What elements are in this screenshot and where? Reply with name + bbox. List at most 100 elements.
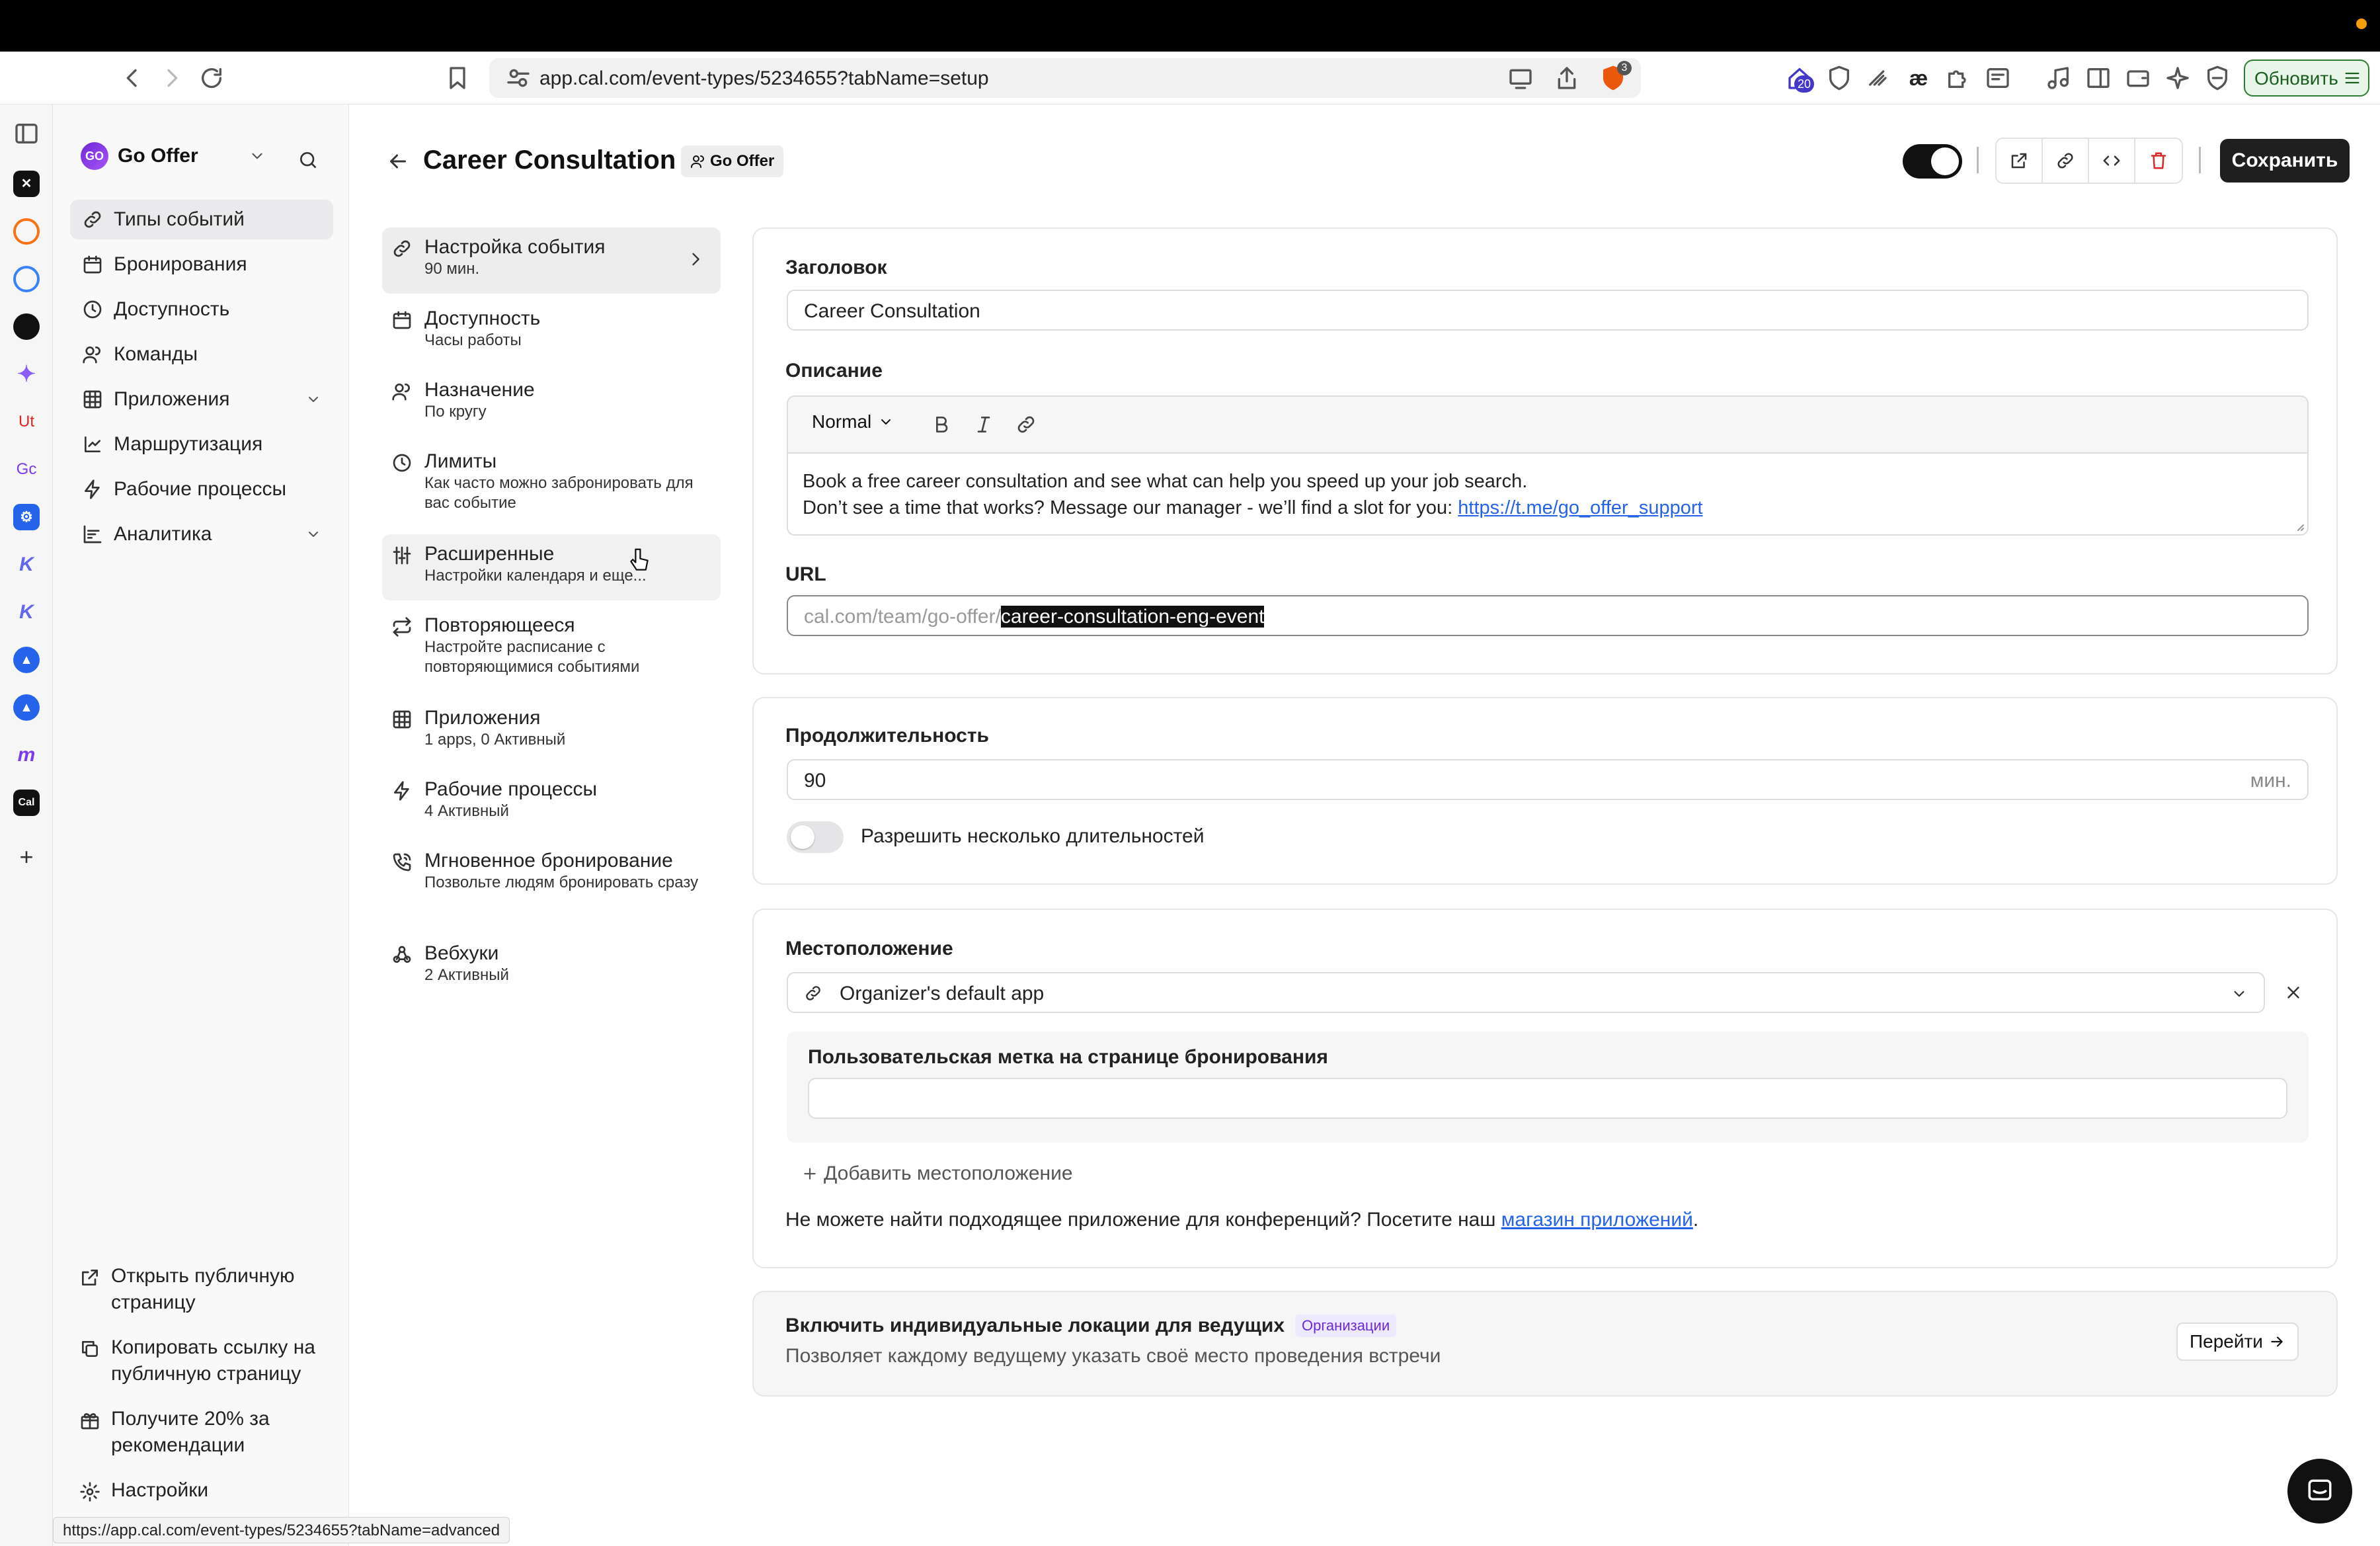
format-select[interactable]: Normal: [812, 411, 894, 432]
tab-title: Приложения: [424, 707, 541, 729]
app-k2-icon[interactable]: K: [13, 599, 40, 626]
open-public-page-link[interactable]: Открыть публичную страницу: [79, 1263, 331, 1316]
preview-button[interactable]: [1997, 139, 2043, 183]
app-gear-icon[interactable]: ⚙: [13, 504, 40, 530]
sidebar-item-routing[interactable]: Маршрутизация: [70, 425, 333, 464]
title-input[interactable]: Career Consultation: [787, 290, 2309, 331]
app-x-icon[interactable]: ✕: [13, 171, 40, 197]
app-m-icon[interactable]: m: [13, 742, 40, 768]
add-app-icon[interactable]: +: [13, 844, 40, 870]
grid-icon: [82, 389, 103, 410]
go-button[interactable]: Перейти: [2176, 1322, 2299, 1361]
app-ut-icon[interactable]: Ut: [13, 409, 40, 435]
update-browser-button[interactable]: Обновить: [2244, 60, 2369, 97]
support-chat-button[interactable]: [2287, 1459, 2352, 1524]
custom-label-input[interactable]: [808, 1078, 2287, 1119]
org-switcher[interactable]: GO Go Offer: [81, 138, 266, 175]
sidebar-item-event-types[interactable]: Типы событий: [70, 200, 333, 239]
cast-icon[interactable]: [1507, 65, 1534, 91]
back-arrow-icon[interactable]: [386, 149, 410, 173]
sidebar-item-availability[interactable]: Доступность: [70, 290, 333, 329]
app-cal-icon[interactable]: Cal: [13, 790, 40, 816]
site-settings-icon[interactable]: [505, 65, 532, 91]
sidebar-item-insights[interactable]: Аналитика: [70, 514, 333, 554]
duration-input[interactable]: 90 мин.: [787, 759, 2309, 800]
bold-icon[interactable]: [931, 414, 952, 435]
description-line: Book a free career consultation and see …: [803, 471, 1528, 492]
typing-extension-icon[interactable]: [1866, 65, 1892, 91]
sidebar-item-bookings[interactable]: Бронирования: [70, 245, 333, 284]
tab-subtitle: Позвольте людям бронировать сразу: [424, 874, 699, 891]
tab-advanced[interactable]: Расширенные Настройки календаря и еще...: [382, 534, 721, 600]
share-icon[interactable]: [1554, 65, 1580, 91]
search-icon[interactable]: [298, 149, 319, 171]
url-text[interactable]: app.cal.com/event-types/5234655?tabName=…: [539, 67, 989, 90]
remove-location-icon[interactable]: [2283, 983, 2303, 1002]
multiple-durations-label: Разрешить несколько длительностей: [861, 825, 1205, 847]
resize-handle-icon[interactable]: [2294, 521, 2305, 532]
reload-icon[interactable]: [198, 65, 225, 91]
chevron-down-icon[interactable]: [305, 526, 321, 542]
music-icon[interactable]: [2045, 65, 2072, 91]
ae-extension-icon[interactable]: æ: [1905, 65, 1932, 91]
copy-link-button[interactable]: [2043, 139, 2089, 183]
settings-link[interactable]: Настройки: [79, 1477, 331, 1504]
tab-instant-booking[interactable]: Мгновенное бронирование Позвольте людям …: [382, 841, 721, 923]
app-chrome-icon[interactable]: [13, 266, 40, 292]
tab-apps[interactable]: Приложения 1 apps, 0 Активный: [382, 698, 721, 764]
shield-extension-icon[interactable]: [1826, 65, 1852, 91]
description-editor[interactable]: Book a free career consultation and see …: [787, 452, 2309, 536]
tab-workflows[interactable]: Рабочие процессы 4 Активный: [382, 770, 721, 836]
app-go-icon[interactable]: Gc: [13, 456, 40, 483]
app-circle-icon[interactable]: [13, 218, 40, 245]
tab-assignment[interactable]: Назначение По кругу: [382, 370, 721, 436]
tab-limits[interactable]: Лимиты Как часто можно забронировать для…: [382, 442, 721, 522]
back-icon[interactable]: [119, 65, 145, 91]
wallet-icon[interactable]: [2125, 65, 2151, 91]
app-drive-icon[interactable]: ▲: [13, 647, 40, 673]
address-bar[interactable]: app.cal.com/event-types/5234655?tabName=…: [489, 58, 1641, 98]
embed-button[interactable]: [2089, 139, 2135, 183]
tab-availability[interactable]: Доступность Часы работы: [382, 299, 721, 365]
sidebar-item-workflows[interactable]: Рабочие процессы: [70, 469, 333, 509]
reader-icon[interactable]: [1985, 65, 2011, 91]
copy-public-link[interactable]: Копировать ссылку на публичную страницу: [79, 1334, 331, 1387]
tab-recurring[interactable]: Повторяющееся Настройте расписание с пов…: [382, 606, 721, 688]
event-details-card: Заголовок Career Consultation Описание N…: [752, 227, 2338, 674]
chevron-down-icon[interactable]: [305, 391, 321, 407]
url-slug[interactable]: career-consultation-eng-event: [1000, 606, 1265, 628]
add-location-button[interactable]: Добавить местоположение: [801, 1162, 1073, 1185]
multiple-durations-toggle[interactable]: [787, 821, 844, 853]
forward-icon[interactable]: [159, 65, 185, 91]
location-select[interactable]: Organizer's default app: [787, 972, 2265, 1013]
app-gemini-icon[interactable]: ✦: [13, 361, 40, 387]
zap-icon: [82, 479, 103, 500]
vpn-icon[interactable]: [2204, 65, 2231, 91]
url-input[interactable]: cal.com/team/go-offer/career-consultatio…: [787, 595, 2309, 636]
duration-card: Продолжительность 90 мин. Разрешить неск…: [752, 697, 2338, 885]
italic-icon[interactable]: [973, 414, 994, 435]
referral-link[interactable]: Получите 20% за рекомендации: [79, 1406, 331, 1459]
tab-webhooks[interactable]: Вебхуки 2 Активный: [382, 934, 721, 1000]
tab-subtitle: Настройте расписание с повторяющимися со…: [424, 638, 640, 676]
sidebar-item-teams[interactable]: Команды: [70, 335, 333, 374]
app-store-link[interactable]: магазин приложений: [1501, 1209, 1693, 1231]
bookmark-icon[interactable]: [444, 65, 471, 91]
puzzle-icon[interactable]: [1945, 65, 1971, 91]
chevron-down-icon[interactable]: [249, 147, 266, 165]
hide-from-profile-toggle[interactable]: [1903, 144, 1962, 179]
sidebar-panel-icon[interactable]: [13, 120, 40, 147]
link-icon[interactable]: [1015, 414, 1037, 435]
app-drive2-icon[interactable]: ▲: [13, 694, 40, 721]
sidebar-item-apps[interactable]: Приложения: [70, 380, 333, 419]
delete-button[interactable]: [2135, 139, 2182, 183]
gear-icon: [79, 1481, 100, 1502]
sidebar-toggle-icon[interactable]: [2085, 65, 2112, 91]
leo-ai-icon[interactable]: [2164, 65, 2191, 91]
tab-event-setup[interactable]: Настройка события 90 мин.: [382, 227, 721, 294]
app-k-icon[interactable]: K: [13, 551, 40, 578]
divider: [2199, 147, 2201, 173]
app-chat-icon[interactable]: [13, 313, 40, 340]
support-link[interactable]: https://t.me/go_offer_support: [1458, 497, 1702, 518]
save-button[interactable]: Сохранить: [2220, 139, 2350, 183]
